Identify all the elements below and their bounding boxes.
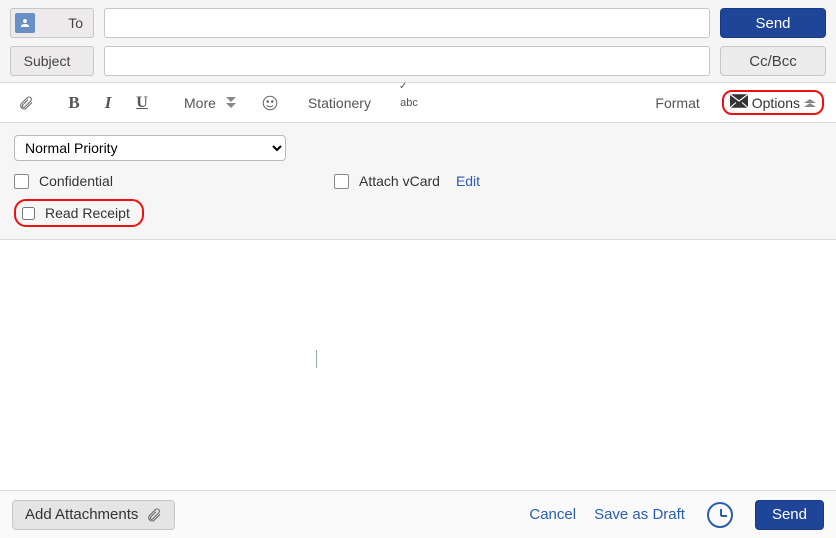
subject-input[interactable] xyxy=(104,46,710,76)
send-button-top[interactable]: Send xyxy=(720,8,826,38)
schedule-icon[interactable] xyxy=(707,502,733,528)
save-draft-link[interactable]: Save as Draft xyxy=(594,506,685,523)
attach-vcard-label: Attach vCard xyxy=(359,173,440,189)
to-label-block[interactable]: To xyxy=(10,8,94,38)
priority-select[interactable]: Normal Priority xyxy=(14,135,286,161)
attach-vcard-checkbox[interactable]: Attach vCard Edit xyxy=(334,173,480,189)
read-receipt-label: Read Receipt xyxy=(45,205,130,221)
options-label: Options xyxy=(752,95,800,111)
confidential-checkbox[interactable]: Confidential xyxy=(14,173,294,189)
edit-vcard-link[interactable]: Edit xyxy=(456,173,480,189)
more-dropdown[interactable]: More xyxy=(180,89,236,117)
stationery-button[interactable]: Stationery xyxy=(304,89,375,117)
compose-footer: Add Attachments Cancel Save as Draft Sen… xyxy=(0,490,836,538)
confidential-checkbox-input[interactable] xyxy=(14,174,29,189)
bold-button[interactable]: B xyxy=(60,89,88,117)
send-button-bottom[interactable]: Send xyxy=(755,500,824,530)
options-row-2: Read Receipt xyxy=(14,189,822,227)
chevron-down-icon xyxy=(226,97,236,109)
emoji-icon[interactable] xyxy=(256,89,284,117)
to-row: To Send xyxy=(10,8,826,38)
chevron-up-icon xyxy=(804,95,816,111)
underline-button[interactable]: U xyxy=(128,89,156,117)
attach-vcard-checkbox-input[interactable] xyxy=(334,174,349,189)
options-row-1: Confidential Attach vCard Edit xyxy=(14,173,822,189)
more-label: More xyxy=(180,95,220,111)
spellcheck-icon[interactable]: abc xyxy=(395,89,423,117)
read-receipt-checkbox[interactable]: Read Receipt xyxy=(14,199,144,227)
subject-label: Subject xyxy=(24,53,71,69)
formatting-toolbar: B I U More Stationery abc Format Options xyxy=(0,83,836,123)
compose-header: To Send Subject Cc/Bcc xyxy=(0,0,836,83)
paperclip-icon xyxy=(146,507,162,523)
options-toggle[interactable]: Options xyxy=(722,90,824,115)
attachment-icon[interactable] xyxy=(12,89,40,117)
text-caret xyxy=(316,350,317,368)
to-input[interactable] xyxy=(104,8,710,38)
confidential-label: Confidential xyxy=(39,173,113,189)
to-label: To xyxy=(68,15,83,31)
add-attachments-button[interactable]: Add Attachments xyxy=(12,500,175,530)
ccbcc-button[interactable]: Cc/Bcc xyxy=(720,46,826,76)
options-panel: Normal Priority Confidential Attach vCar… xyxy=(0,123,836,240)
address-book-icon[interactable] xyxy=(15,13,35,33)
add-attachments-label: Add Attachments xyxy=(25,506,138,523)
subject-row: Subject Cc/Bcc xyxy=(10,46,826,76)
italic-button[interactable]: I xyxy=(94,89,122,117)
read-receipt-checkbox-input[interactable] xyxy=(22,207,35,220)
cancel-link[interactable]: Cancel xyxy=(529,506,576,523)
message-body[interactable] xyxy=(0,240,836,470)
subject-label-block: Subject xyxy=(10,46,94,76)
mail-icon xyxy=(730,94,748,111)
format-button[interactable]: Format xyxy=(651,89,703,117)
